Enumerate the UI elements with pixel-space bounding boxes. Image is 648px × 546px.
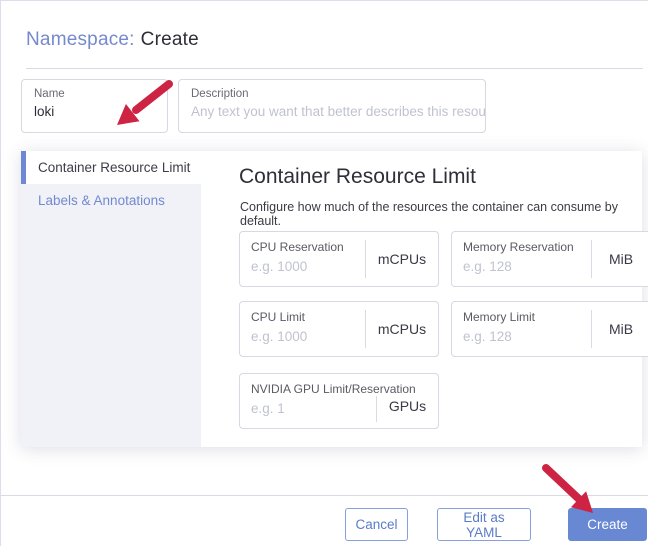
tab-panel: Container Resource Limit Configure how m…	[201, 151, 648, 447]
resource-card: Container Resource Limit Labels & Annota…	[21, 151, 648, 447]
cpu-limit-field-group: CPU Limit mCPUs	[239, 301, 439, 357]
namespace-create-modal: Namespace:Create Name Description Contai…	[0, 0, 648, 546]
cpu-reservation-unit: mCPUs	[365, 240, 438, 278]
panel-subtitle: Configure how much of the resources the …	[240, 200, 618, 228]
name-input[interactable]	[34, 104, 167, 119]
cpu-reservation-input[interactable]	[251, 259, 361, 274]
tab-label: Container Resource Limit	[38, 160, 191, 175]
memory-limit-label: Memory Limit	[463, 310, 536, 324]
panel-title: Container Resource Limit	[239, 165, 476, 188]
gpu-limit-label: NVIDIA GPU Limit/Reservation	[251, 382, 416, 396]
memory-limit-input[interactable]	[463, 329, 573, 344]
page-title: Namespace: Create	[26, 29, 199, 51]
memory-reservation-unit: MiB	[591, 240, 648, 278]
cpu-limit-input[interactable]	[251, 329, 361, 344]
create-button[interactable]: Create	[568, 508, 647, 541]
gpu-limit-field-group: NVIDIA GPU Limit/Reservation GPUs	[239, 373, 439, 429]
tab-label: Labels & Annotations	[38, 193, 165, 208]
cancel-button[interactable]: Cancel	[345, 508, 408, 541]
gpu-limit-unit: GPUs	[376, 396, 438, 422]
tabs-sidebar: Container Resource Limit Labels & Annota…	[21, 151, 201, 447]
tab-container-resource-limit[interactable]: Container Resource Limit	[21, 151, 201, 184]
gpu-limit-input[interactable]	[251, 401, 361, 416]
memory-reservation-label: Memory Reservation	[463, 240, 574, 254]
cpu-reservation-field-group: CPU Reservation mCPUs	[239, 231, 439, 287]
memory-reservation-field-group: Memory Reservation MiB	[451, 231, 648, 287]
cpu-limit-unit: mCPUs	[365, 310, 438, 348]
memory-limit-field-group: Memory Limit MiB	[451, 301, 648, 357]
edit-as-yaml-button[interactable]: Edit as YAML	[437, 508, 531, 541]
description-field-group: Description	[178, 79, 486, 133]
tab-labels-annotations[interactable]: Labels & Annotations	[21, 184, 201, 217]
title-resource-type-link[interactable]: Namespace:	[26, 29, 135, 50]
cpu-limit-label: CPU Limit	[251, 310, 306, 324]
cpu-reservation-label: CPU Reservation	[251, 240, 344, 254]
description-label: Description	[191, 88, 249, 100]
title-action: Create	[140, 29, 199, 50]
active-tab-indicator	[21, 151, 26, 184]
name-label: Name	[34, 88, 65, 100]
name-field-group: Name	[21, 79, 168, 133]
memory-limit-unit: MiB	[591, 310, 648, 348]
header-divider	[26, 68, 643, 69]
memory-reservation-input[interactable]	[463, 259, 573, 274]
description-input[interactable]	[191, 104, 485, 119]
footer-divider	[1, 495, 648, 496]
